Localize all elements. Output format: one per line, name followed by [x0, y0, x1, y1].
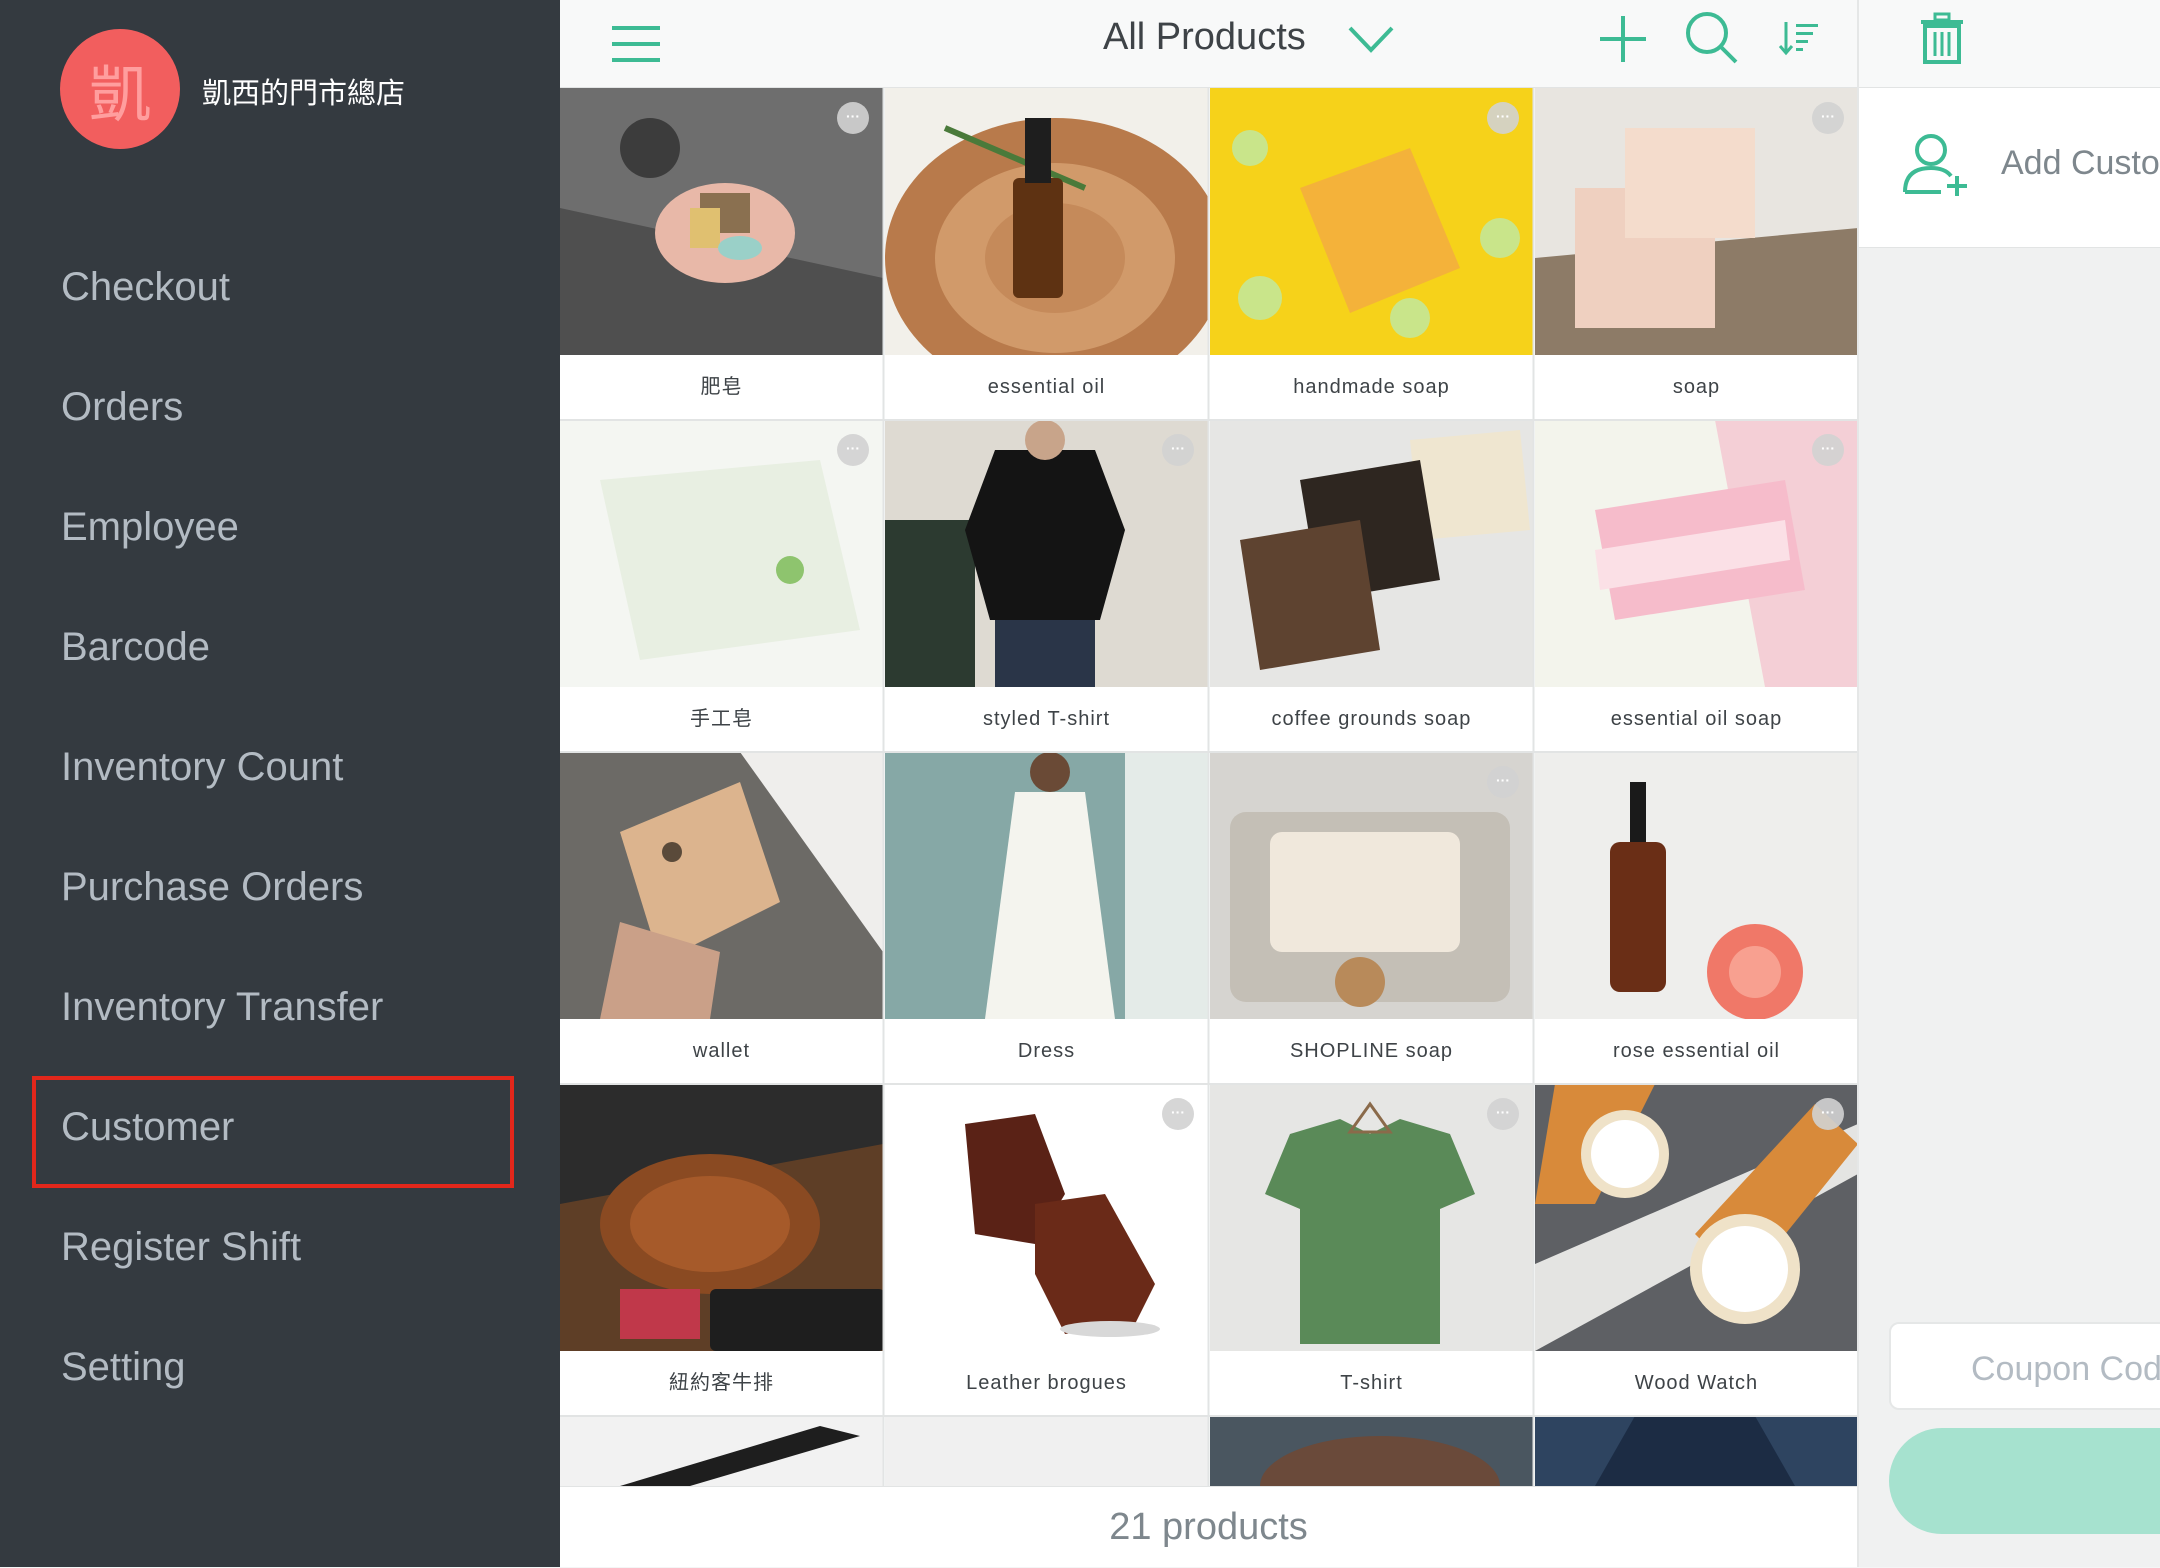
coupon-code-input[interactable]: Coupon Code: [1889, 1322, 2160, 1410]
add-user-icon: [1903, 134, 1967, 196]
grid-dividers: [560, 88, 1857, 1486]
nav-item-barcode[interactable]: Barcode: [61, 623, 210, 671]
nav-item-employee[interactable]: Employee: [61, 503, 239, 551]
coupon-placeholder: Coupon Code: [1971, 1350, 2160, 1388]
search-icon[interactable]: [1684, 10, 1740, 66]
nav-item-register-shift[interactable]: Register Shift: [61, 1223, 301, 1271]
hamburger-menu-icon[interactable]: [610, 18, 662, 70]
checkout-button[interactable]: [1889, 1428, 2160, 1534]
nav-item-checkout[interactable]: Checkout: [61, 263, 230, 311]
product-toolbar: All Products: [560, 0, 1857, 88]
add-customer-label: Add Customer: [2001, 144, 2160, 182]
nav-item-customer[interactable]: Customer: [61, 1103, 234, 1151]
add-icon[interactable]: [1598, 14, 1648, 64]
sort-icon[interactable]: [1778, 20, 1820, 56]
product-panel: All Products ··· 肥皂 essential oil ··· ha…: [560, 0, 1857, 1567]
store-name[interactable]: 凱西的門市總店: [202, 70, 405, 112]
sidebar: 凱 凱西的門市總店 Checkout Orders Employee Barco…: [0, 0, 560, 1567]
trash-icon[interactable]: [1919, 12, 1965, 64]
store-avatar[interactable]: 凱: [60, 29, 180, 149]
nav-item-orders[interactable]: Orders: [61, 383, 183, 431]
chevron-down-icon[interactable]: [1346, 20, 1396, 60]
product-count: 21 products: [1109, 1506, 1308, 1548]
cart-panel: Add Customer Coupon Code: [1859, 0, 2160, 1567]
nav-item-purchase-orders[interactable]: Purchase Orders: [61, 863, 363, 911]
nav-item-inventory-count[interactable]: Inventory Count: [61, 743, 343, 791]
cart-toolbar: [1859, 0, 2160, 88]
nav-item-setting[interactable]: Setting: [61, 1343, 186, 1391]
category-title[interactable]: All Products: [1103, 16, 1306, 59]
add-customer-row[interactable]: Add Customer: [1859, 88, 2160, 248]
product-count-footer: 21 products: [560, 1486, 1857, 1567]
nav-item-inventory-transfer[interactable]: Inventory Transfer: [61, 983, 383, 1031]
